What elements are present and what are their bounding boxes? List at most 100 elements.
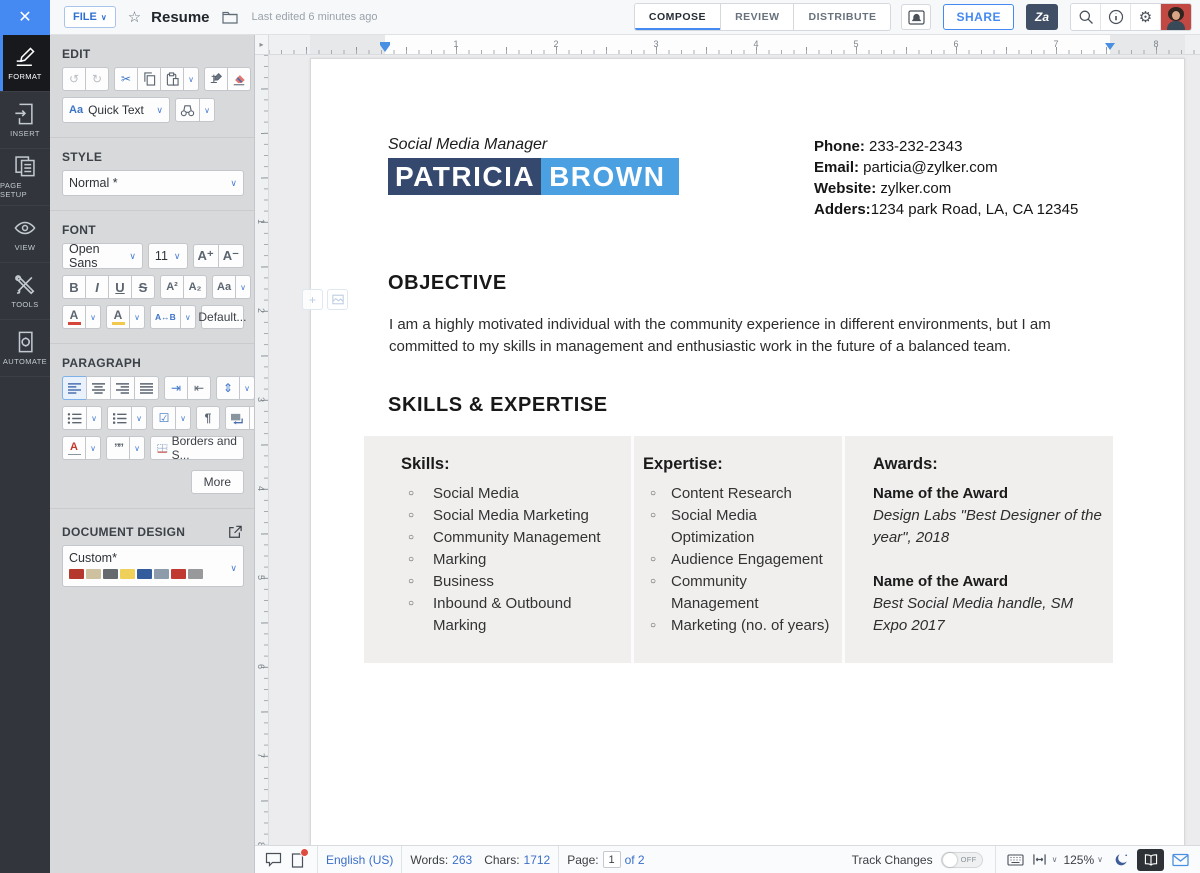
subscript-button[interactable]: A₂ xyxy=(183,275,207,299)
rail-item-tools[interactable]: TOOLS xyxy=(0,263,50,320)
vertical-ruler[interactable]: 12345678 xyxy=(255,55,269,845)
numbered-list-button[interactable] xyxy=(107,406,132,430)
text-wrap-dropdown[interactable]: ∨ xyxy=(249,406,255,430)
find-options-dropdown[interactable]: ∨ xyxy=(199,98,215,122)
highlight-color-button[interactable]: A xyxy=(106,305,130,329)
rail-item-view[interactable]: VIEW xyxy=(0,206,50,263)
document-canvas[interactable]: Social Media Manager PATRICIABROWN Phone… xyxy=(269,55,1200,845)
default-formatting-button[interactable]: Default... xyxy=(201,305,244,329)
font-size-dropdown[interactable]: 11 ∨ xyxy=(148,243,188,269)
candidate-name[interactable]: PATRICIABROWN xyxy=(388,161,679,193)
reader-view-button[interactable] xyxy=(1137,849,1164,871)
font-family-dropdown[interactable]: Open Sans ∨ xyxy=(62,243,143,269)
undo-button[interactable]: ↺ xyxy=(62,67,86,91)
highlight-color-dropdown[interactable]: ∨ xyxy=(129,305,145,329)
checklist-dropdown[interactable]: ∨ xyxy=(175,406,191,430)
bullet-list-button[interactable] xyxy=(62,406,87,430)
ruler-collapse-button[interactable]: ▸ xyxy=(255,35,269,55)
char-count[interactable]: Chars: 1712 xyxy=(484,853,550,867)
italic-button[interactable]: I xyxy=(85,275,109,299)
character-spacing-dropdown[interactable]: ∨ xyxy=(180,305,196,329)
word-count[interactable]: Words: 263 xyxy=(410,853,472,867)
borders-shading-button[interactable]: Borders and S... xyxy=(150,436,244,460)
share-button[interactable]: SHARE xyxy=(943,4,1014,30)
contact-block[interactable]: Phone: 233-232-2343 Email: particia@zylk… xyxy=(814,136,1114,220)
numbered-list-dropdown[interactable]: ∨ xyxy=(131,406,147,430)
font-color-dropdown[interactable]: ∨ xyxy=(85,305,101,329)
document-page[interactable]: Social Media Manager PATRICIABROWN Phone… xyxy=(310,58,1185,845)
quick-text-dropdown[interactable]: Aa Quick Text ∨ xyxy=(62,97,170,123)
search-button[interactable] xyxy=(1071,4,1101,30)
strikethrough-button[interactable]: S xyxy=(131,275,155,299)
settings-button[interactable]: ⚙ xyxy=(1131,4,1161,30)
formatting-marks-button[interactable]: ¶ xyxy=(196,406,220,430)
decrease-font-size-button[interactable]: A⁻ xyxy=(218,244,244,268)
open-design-gallery-icon[interactable] xyxy=(228,525,242,539)
insert-here-button[interactable]: + xyxy=(302,289,323,310)
tab-compose[interactable]: COMPOSE xyxy=(635,4,721,30)
horizontal-ruler[interactable]: 12345678 xyxy=(269,35,1200,55)
document-title[interactable]: Resume xyxy=(151,9,209,26)
rail-item-automate[interactable]: AUTOMATE xyxy=(0,320,50,377)
checklist-button[interactable]: ☑ xyxy=(152,406,176,430)
format-painter-button[interactable] xyxy=(204,67,228,91)
text-wrap-button[interactable] xyxy=(225,406,250,430)
increase-indent-button[interactable]: ⇥ xyxy=(164,376,188,400)
increase-font-size-button[interactable]: A⁺ xyxy=(193,244,219,268)
line-spacing-button[interactable]: ⇕ xyxy=(216,376,240,400)
font-color-button[interactable]: A xyxy=(62,305,86,329)
objective-paragraph[interactable]: I am a highly motivated individual with … xyxy=(389,314,1114,358)
language-selector[interactable]: English (US) xyxy=(326,853,393,867)
notification-settings-button[interactable] xyxy=(901,4,931,30)
clear-formatting-button[interactable] xyxy=(227,67,251,91)
change-case-dropdown[interactable]: ∨ xyxy=(235,275,251,299)
redo-button[interactable]: ↻ xyxy=(85,67,109,91)
folder-icon[interactable] xyxy=(222,10,238,24)
account-button[interactable] xyxy=(1161,4,1191,30)
character-spacing-button[interactable]: A↔B xyxy=(150,305,181,329)
line-spacing-dropdown[interactable]: ∨ xyxy=(239,376,255,400)
chevron-down-icon[interactable]: ∨ xyxy=(1052,855,1058,864)
file-menu-button[interactable]: FILE ∨ xyxy=(64,6,116,28)
feedback-button[interactable] xyxy=(1168,848,1192,872)
change-case-button[interactable]: Aa xyxy=(212,275,236,299)
more-paragraph-options-button[interactable]: More xyxy=(191,470,244,494)
quote-button[interactable]: ”” xyxy=(106,436,130,460)
paste-options-dropdown[interactable]: ∨ xyxy=(183,67,199,91)
dropcap-dropdown[interactable]: ∨ xyxy=(85,436,101,460)
job-title-text[interactable]: Social Media Manager xyxy=(388,136,679,154)
document-design-dropdown[interactable]: Custom* ∨ xyxy=(62,545,244,587)
skills-table[interactable]: Skills: Social MediaSocial Media Marketi… xyxy=(364,436,1113,663)
favorite-star-icon[interactable]: ☆ xyxy=(128,8,141,26)
align-left-button[interactable] xyxy=(62,376,87,400)
track-changes-toggle[interactable]: OFF xyxy=(941,852,983,868)
skills-heading[interactable]: SKILLS & EXPERTISE xyxy=(388,394,1184,417)
rail-item-format[interactable]: FORMAT xyxy=(0,35,50,92)
quote-dropdown[interactable]: ∨ xyxy=(129,436,145,460)
paragraph-style-dropdown[interactable]: Normal * ∨ xyxy=(62,170,244,196)
justify-button[interactable] xyxy=(134,376,159,400)
zia-assistant-button[interactable]: Za xyxy=(1026,4,1058,30)
tab-review[interactable]: REVIEW xyxy=(721,4,794,30)
paste-button[interactable] xyxy=(160,67,184,91)
bullet-list-dropdown[interactable]: ∨ xyxy=(86,406,102,430)
keyboard-shortcuts-button[interactable] xyxy=(1004,848,1028,872)
info-button[interactable] xyxy=(1101,4,1131,30)
bold-button[interactable]: B xyxy=(62,275,86,299)
tab-distribute[interactable]: DISTRIBUTE xyxy=(794,4,890,30)
right-indent-marker[interactable] xyxy=(1105,43,1115,50)
zoom-control[interactable]: 125% ∨ xyxy=(1063,853,1103,867)
rail-item-page-setup[interactable]: PAGE SETUP xyxy=(0,149,50,206)
dropcap-button[interactable]: A xyxy=(62,436,86,460)
cut-button[interactable]: ✂ xyxy=(114,67,138,91)
close-document-button[interactable]: ✕ xyxy=(0,0,50,35)
align-right-button[interactable] xyxy=(110,376,135,400)
superscript-button[interactable]: A² xyxy=(160,275,184,299)
underline-button[interactable]: U xyxy=(108,275,132,299)
fit-page-button[interactable] xyxy=(1028,848,1052,872)
find-replace-button[interactable] xyxy=(175,98,200,122)
document-info-button[interactable] xyxy=(285,848,309,872)
current-page-input[interactable]: 1 xyxy=(603,851,621,868)
align-center-button[interactable] xyxy=(86,376,111,400)
objective-heading[interactable]: OBJECTIVE xyxy=(388,272,1184,295)
